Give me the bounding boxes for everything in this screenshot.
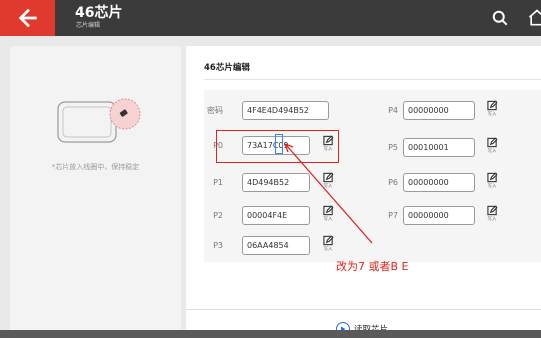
p2-label: P2 — [213, 211, 223, 220]
p5-label: P5 — [388, 143, 398, 152]
placement-hint: *芯片放入线圈中，保持稳定 — [51, 163, 140, 171]
chip-placement-panel: *芯片放入线圈中，保持稳定 — [10, 46, 181, 338]
text-cursor-highlight — [275, 134, 283, 154]
bottom-bar — [0, 330, 541, 338]
p1-write-button[interactable]: 写入 — [319, 172, 337, 194]
p4-label: P4 — [388, 106, 398, 115]
divider — [204, 79, 541, 80]
p5-write-button[interactable]: 写入 — [483, 137, 501, 159]
write-label: 写入 — [323, 247, 333, 252]
page-title: 46芯片 — [75, 5, 123, 21]
write-label: 写入 — [323, 217, 333, 222]
password-label: 密码 — [207, 106, 223, 115]
p3-field[interactable]: 06AA4854 — [242, 236, 310, 255]
p2-write-button[interactable]: 写入 — [319, 205, 337, 227]
write-label: 写入 — [323, 184, 333, 189]
p7-write-button[interactable]: 写入 — [483, 205, 501, 227]
write-label: 写入 — [487, 184, 497, 189]
p6-label: P6 — [388, 178, 398, 187]
footer-divider — [186, 309, 541, 310]
write-label: 写入 — [487, 217, 497, 222]
p7-field[interactable]: 00000000 — [403, 206, 475, 225]
edit-icon — [322, 172, 333, 183]
edit-icon — [486, 205, 497, 216]
annotation-text: 改为7 或者B E — [336, 260, 409, 273]
home-icon — [528, 9, 541, 26]
back-arrow-icon — [18, 8, 37, 28]
p5-field[interactable]: 00010001 — [403, 138, 475, 157]
p1-field[interactable]: 4D494B52 — [242, 173, 310, 192]
edit-icon — [486, 100, 497, 111]
section-title: 46芯片编辑 — [204, 63, 250, 73]
write-label: 写入 — [487, 149, 497, 154]
edit-icon — [486, 172, 497, 183]
write-label: 写入 — [487, 112, 497, 117]
p6-field[interactable]: 00000000 — [403, 173, 475, 192]
edit-icon — [486, 137, 497, 148]
p3-write-button[interactable]: 写入 — [319, 235, 337, 257]
home-button[interactable] — [527, 8, 541, 28]
search-icon — [492, 10, 508, 26]
page-subtitle: 芯片编辑 — [76, 22, 101, 29]
back-button[interactable] — [0, 0, 55, 36]
p6-write-button[interactable]: 写入 — [483, 172, 501, 194]
fields-container: 密码 4F4E4D494B52 P0 73A17C09 写入 P1 4D494B… — [204, 90, 541, 262]
search-button[interactable] — [490, 8, 510, 28]
edit-icon — [322, 205, 333, 216]
password-field[interactable]: 4F4E4D494B52 — [242, 101, 329, 120]
p7-label: P7 — [388, 211, 398, 220]
p3-label: P3 — [213, 241, 223, 250]
p2-field[interactable]: 00004F4E — [242, 206, 310, 225]
coil-device-icon — [57, 98, 141, 143]
p4-write-button[interactable]: 写入 — [483, 100, 501, 122]
edit-icon — [322, 235, 333, 246]
p1-label: P1 — [213, 178, 223, 187]
chip-edit-panel: 46芯片编辑 密码 4F4E4D494B52 P0 73A17C09 写入 P1… — [186, 46, 541, 338]
top-bar: 46芯片 芯片编辑 — [0, 0, 541, 36]
p4-field[interactable]: 00000000 — [403, 101, 475, 120]
